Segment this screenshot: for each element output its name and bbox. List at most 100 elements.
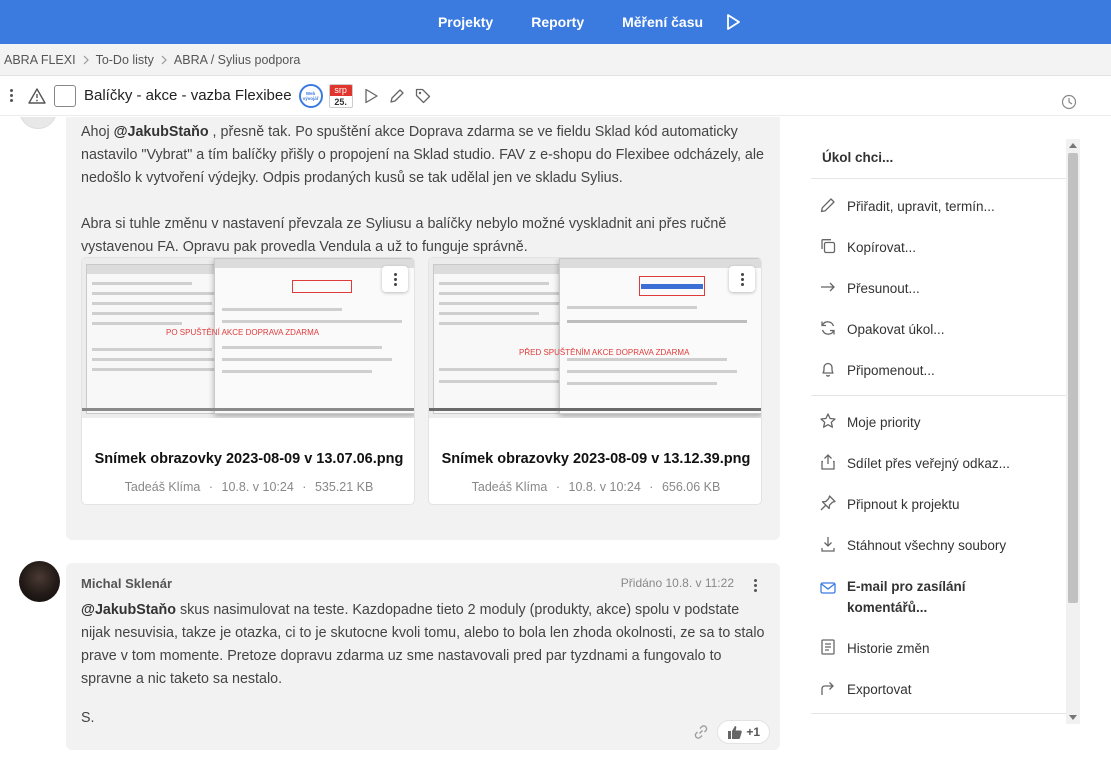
chevron-right-icon bbox=[83, 55, 89, 64]
panel-scrollbar[interactable] bbox=[1066, 139, 1080, 724]
nav-projekty[interactable]: Projekty bbox=[419, 14, 512, 30]
assignee-badge-label: Web vývojář bbox=[302, 90, 319, 101]
scroll-down-icon[interactable] bbox=[1069, 715, 1077, 720]
divider bbox=[811, 713, 1067, 714]
attachment-meta: Tadeáš Klíma · 10.8. v 10:24 · 656.06 KB bbox=[429, 480, 761, 494]
action-move[interactable]: Přesunout... bbox=[819, 278, 1059, 299]
avatar[interactable] bbox=[19, 561, 60, 602]
action-my-priorities[interactable]: Moje priority bbox=[819, 412, 1059, 433]
task-menu-icon[interactable] bbox=[4, 89, 18, 102]
action-label: Připnout k projektu bbox=[847, 497, 960, 512]
history-list-icon bbox=[821, 639, 835, 655]
download-icon bbox=[821, 537, 835, 552]
attachment-card[interactable]: PŘED SPUŠTĚNÍM AKCE DOPRAVA ZDARMA Sníme… bbox=[428, 257, 762, 505]
comment-author[interactable]: Michal Sklenár bbox=[81, 576, 172, 591]
attachment-thumbnail[interactable]: PŘED SPUŠTĚNÍM AKCE DOPRAVA ZDARMA bbox=[429, 258, 761, 418]
attachment-filename[interactable]: Snímek obrazovky 2023-08-09 v 13.12.39.p… bbox=[429, 451, 761, 467]
action-label: Přesunout... bbox=[847, 281, 920, 296]
meta-separator: · bbox=[208, 480, 214, 494]
nav-reporty[interactable]: Reporty bbox=[512, 14, 603, 30]
like-button[interactable]: +1 bbox=[717, 720, 770, 744]
link-icon[interactable] bbox=[693, 724, 709, 740]
thumbs-up-icon bbox=[728, 725, 743, 739]
arrow-right-icon bbox=[821, 282, 835, 292]
task-title[interactable]: Balíčky - akce - vazba Flexibee bbox=[84, 87, 292, 104]
assignee-badge[interactable]: Web vývojář bbox=[298, 83, 323, 108]
top-navigation-bar: Projekty Reporty Měření času bbox=[0, 0, 1111, 44]
thumbnail-overlay-text: PŘED SPUŠTĚNÍM AKCE DOPRAVA ZDARMA bbox=[519, 348, 690, 357]
action-label: Stáhnout všechny soubory bbox=[847, 538, 1007, 553]
due-date-month: srp bbox=[329, 84, 352, 96]
attachment-author: Tadeáš Klíma bbox=[471, 480, 548, 494]
meta-separator: · bbox=[649, 480, 654, 494]
due-date-badge[interactable]: srp 25. bbox=[328, 83, 353, 108]
divider bbox=[811, 395, 1067, 396]
action-remind[interactable]: Připomenout... bbox=[819, 360, 1059, 381]
breadcrumb-item-sylius-podpora[interactable]: ABRA / Sylius podpora bbox=[174, 53, 300, 67]
meta-separator: · bbox=[302, 480, 307, 494]
action-label: Sdílet přes veřejný odkaz... bbox=[847, 456, 1010, 471]
copy-icon bbox=[821, 239, 836, 254]
panel-title: Úkol chci... bbox=[822, 150, 894, 165]
play-icon[interactable] bbox=[363, 88, 379, 104]
repeat-icon bbox=[821, 321, 835, 335]
comment-greeting: Ahoj bbox=[81, 124, 114, 140]
warning-icon[interactable] bbox=[28, 87, 46, 105]
breadcrumb-item-abra-flexi[interactable]: ABRA FLEXI bbox=[4, 53, 76, 67]
action-export[interactable]: Exportovat bbox=[819, 679, 1059, 700]
export-icon bbox=[821, 682, 834, 695]
action-label: Připomenout... bbox=[847, 363, 935, 378]
mention-link[interactable]: @JakubStaňo bbox=[114, 124, 209, 140]
task-complete-checkbox[interactable] bbox=[54, 84, 76, 107]
comment-menu-icon[interactable] bbox=[750, 579, 760, 592]
task-actions-panel: Úkol chci... Přiřadit, upravit, termín..… bbox=[811, 139, 1067, 757]
avatar bbox=[19, 117, 57, 129]
scroll-up-icon[interactable] bbox=[1069, 143, 1077, 148]
action-comment-email[interactable]: E-mail pro zasílání komentářů... bbox=[819, 576, 1019, 618]
nav-mereni-casu[interactable]: Měření času bbox=[603, 14, 722, 30]
star-icon bbox=[820, 413, 836, 428]
breadcrumb-item-todo-lists[interactable]: To-Do listy bbox=[96, 53, 154, 67]
attachment-filename[interactable]: Snímek obrazovky 2023-08-09 v 13.07.06.p… bbox=[82, 451, 414, 467]
bell-icon bbox=[822, 362, 834, 377]
clock-icon[interactable] bbox=[1061, 94, 1077, 110]
like-count: +1 bbox=[746, 725, 760, 739]
attachment-menu-icon[interactable] bbox=[382, 266, 408, 292]
timer-play-icon[interactable] bbox=[724, 13, 742, 31]
pin-icon bbox=[820, 495, 836, 511]
action-repeat[interactable]: Opakovat úkol... bbox=[819, 319, 1059, 340]
action-label: Přiřadit, upravit, termín... bbox=[847, 199, 995, 214]
attachment-card[interactable]: PO SPUŠTĚNÍ AKCE DOPRAVA ZDARMA Snímek o… bbox=[81, 257, 415, 505]
action-label: Moje priority bbox=[847, 415, 921, 430]
action-label: E-mail pro zasílání komentářů... bbox=[847, 579, 966, 615]
action-download-all[interactable]: Stáhnout všechny soubory bbox=[819, 535, 1059, 556]
attachment-meta: Tadeáš Klíma · 10.8. v 10:24 · 535.21 KB bbox=[82, 480, 414, 494]
attachment-menu-icon[interactable] bbox=[729, 266, 755, 292]
attachment-size: 656.06 KB bbox=[661, 480, 721, 494]
action-copy[interactable]: Kopírovat... bbox=[819, 237, 1059, 258]
attachment-date: 10.8. v 10:24 bbox=[221, 480, 294, 494]
action-label: Opakovat úkol... bbox=[847, 322, 945, 337]
action-label: Kopírovat... bbox=[847, 240, 917, 255]
share-icon bbox=[821, 454, 835, 470]
comment-text: @JakubStaňo skus nasimulovat na teste. K… bbox=[81, 599, 771, 691]
comment-text: Ahoj @JakubStaňo , přesně tak. Po spuště… bbox=[81, 121, 771, 190]
comment-card: Michal Sklenár Přidáno 10.8. v 11:22 @Ja… bbox=[66, 563, 780, 750]
comments-area: Ahoj @JakubStaňo , přesně tak. Po spuště… bbox=[0, 117, 800, 757]
action-pin-to-project[interactable]: Připnout k projektu bbox=[819, 494, 1059, 515]
meta-separator: · bbox=[555, 480, 561, 494]
divider bbox=[811, 178, 1067, 179]
task-header: Balíčky - akce - vazba Flexibee Web vývo… bbox=[0, 76, 1111, 116]
action-label: Exportovat bbox=[847, 682, 912, 697]
mention-link[interactable]: @JakubStaňo bbox=[81, 602, 176, 618]
attachment-size: 535.21 KB bbox=[314, 480, 374, 494]
action-assign-edit[interactable]: Přiřadit, upravit, termín... bbox=[819, 196, 1059, 217]
scrollbar-thumb[interactable] bbox=[1068, 153, 1078, 603]
pencil-icon[interactable] bbox=[389, 88, 405, 104]
action-change-history[interactable]: Historie změn bbox=[819, 638, 1059, 659]
attachment-thumbnail[interactable]: PO SPUŠTĚNÍ AKCE DOPRAVA ZDARMA bbox=[82, 258, 414, 418]
action-share-link[interactable]: Sdílet přes veřejný odkaz... bbox=[819, 453, 1059, 474]
chevron-right-icon bbox=[161, 55, 167, 64]
pencil-icon bbox=[820, 198, 835, 213]
tag-icon[interactable] bbox=[415, 88, 431, 104]
